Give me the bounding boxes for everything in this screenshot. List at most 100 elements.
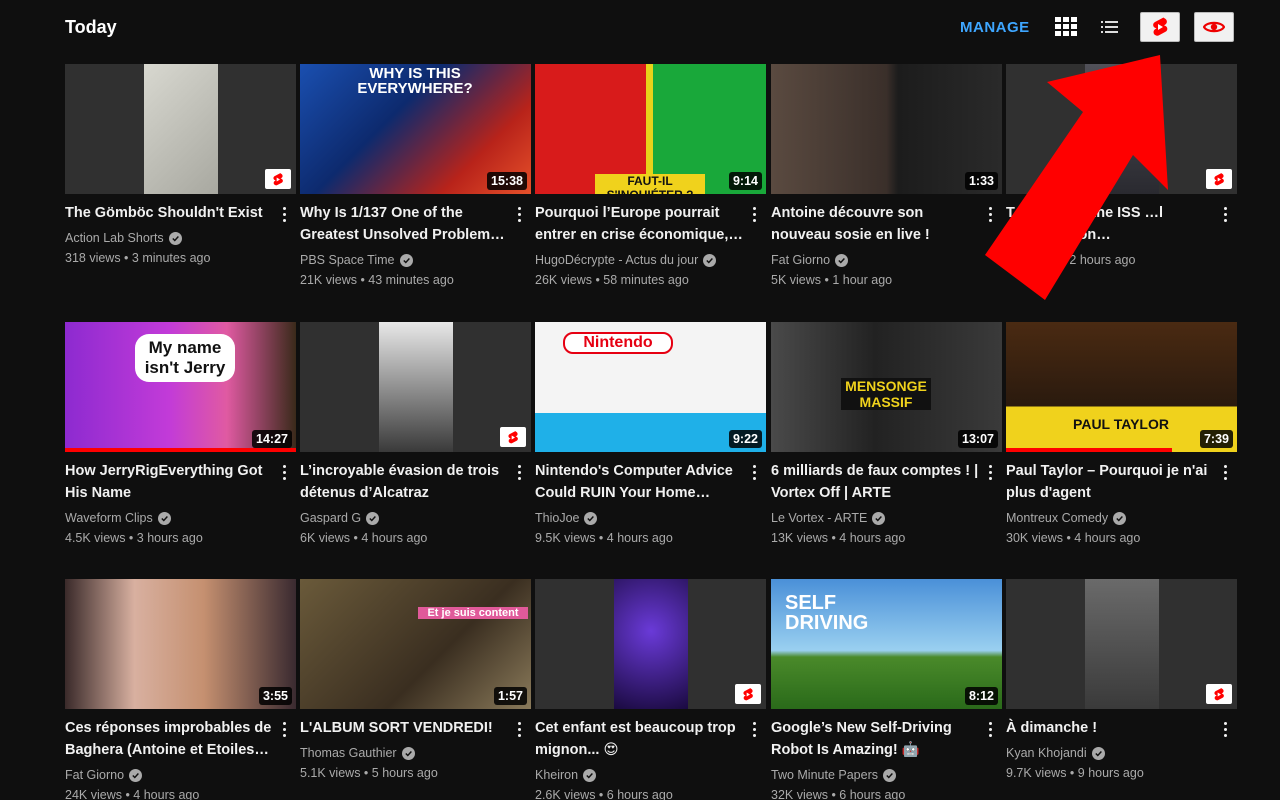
video-card[interactable]: T… …nts of the ISS …l Spacestation… 2.1…… (1006, 64, 1237, 304)
video-thumbnail[interactable]: PAUL TAYLOR 7:39 (1006, 322, 1237, 452)
video-card[interactable]: The Gömböc Shouldn't Exist Action Lab Sh… (65, 64, 296, 304)
shorts-filter-toggle[interactable] (1140, 12, 1180, 42)
video-card[interactable]: FAUT-IL S'INQUIÉTER ? 9:14 Pourquoi l’Eur… (535, 64, 766, 304)
thumbnail-text: PAUL TAYLOR (1073, 416, 1169, 432)
channel-name[interactable]: Two Minute Papers (771, 765, 878, 785)
video-title[interactable]: Pourquoi l’Europe pourrait entrer en cri… (535, 202, 745, 246)
video-title[interactable]: Google’s New Self-Driving Robot Is Amazi… (771, 717, 981, 761)
video-meta: HugoDécrypte - Actus du jour 26K views •… (535, 250, 766, 290)
shorts-badge (265, 169, 291, 189)
channel-name[interactable]: Action Lab Shorts (65, 228, 164, 248)
video-title[interactable]: The Gömböc Shouldn't Exist (65, 202, 275, 224)
video-card[interactable]: 3:55 Ces réponses improbables de Baghera… (65, 579, 296, 800)
more-actions-button[interactable] (1216, 462, 1234, 482)
duration-badge: 9:14 (728, 172, 762, 190)
video-thumbnail[interactable]: 1:33 (771, 64, 1002, 194)
video-thumbnail[interactable] (1006, 64, 1237, 194)
video-thumbnail[interactable] (65, 64, 296, 194)
more-actions-button[interactable] (745, 204, 763, 224)
more-actions-button[interactable] (510, 204, 528, 224)
video-card[interactable]: À dimanche ! Kyan Khojandi 9.7K views • … (1006, 579, 1237, 800)
channel-name[interactable]: Le Vortex - ARTE (771, 508, 867, 528)
video-thumbnail[interactable]: MENSONGE MASSIF 13:07 (771, 322, 1002, 452)
more-actions-button[interactable] (510, 462, 528, 482)
video-thumbnail[interactable] (300, 322, 531, 452)
video-title[interactable]: 6 milliards de faux comptes ! | Vortex O… (771, 460, 981, 504)
video-card[interactable]: SELF DRIVING 8:12 Google’s New Self-Drivi… (771, 579, 1002, 800)
grid-view-button[interactable] (1054, 16, 1078, 38)
video-title[interactable]: Cet enfant est beaucoup trop mignon... 😍 (535, 717, 745, 761)
video-card[interactable]: Et je suis content 1:57 L'ALBUM SORT VEND… (300, 579, 531, 800)
more-actions-button[interactable] (745, 462, 763, 482)
more-actions-button[interactable] (275, 204, 293, 224)
channel-name[interactable]: Kyan Khojandi (1006, 743, 1087, 763)
video-thumbnail[interactable]: Nintendo 9:22 (535, 322, 766, 452)
channel-name[interactable]: PBS Space Time (300, 250, 395, 270)
more-actions-button[interactable] (745, 719, 763, 739)
video-stats: 24K views • 4 hours ago (65, 788, 200, 800)
shorts-icon (1214, 172, 1224, 185)
video-card[interactable]: L’incroyable évasion de trois détenus d’… (300, 322, 531, 562)
video-stats: 6K views • 4 hours ago (300, 531, 428, 545)
channel-name[interactable]: ThioJoe (535, 508, 579, 528)
verified-check-icon (703, 253, 717, 267)
video-thumbnail[interactable]: Et je suis content 1:57 (300, 579, 531, 709)
video-card[interactable]: Cet enfant est beaucoup trop mignon... 😍… (535, 579, 766, 800)
video-title[interactable]: Why Is 1/137 One of the Greatest Unsolve… (300, 202, 510, 246)
more-actions-button[interactable] (981, 204, 999, 224)
video-thumbnail[interactable] (1006, 579, 1237, 709)
channel-name[interactable]: Gaspard G (300, 508, 361, 528)
duration-badge: 9:22 (728, 430, 762, 448)
channel-name[interactable]: Kheiron (535, 765, 578, 785)
channel-name[interactable]: Thomas Gauthier (300, 743, 397, 763)
watch-progress-bar (1006, 448, 1173, 452)
more-actions-button[interactable] (981, 462, 999, 482)
video-meta: Fat Giorno 5K views • 1 hour ago (771, 250, 1002, 290)
video-title[interactable]: T… …nts of the ISS …l Spacestation… (1006, 202, 1216, 246)
channel-name[interactable]: Waveform Clips (65, 508, 153, 528)
channel-name[interactable]: HugoDécrypte - Actus du jour (535, 250, 698, 270)
video-card[interactable]: MENSONGE MASSIF 13:07 6 milliards de faux… (771, 322, 1002, 562)
more-actions-button[interactable] (510, 719, 528, 739)
video-thumbnail[interactable]: 3:55 (65, 579, 296, 709)
video-thumbnail[interactable]: FAUT-IL S'INQUIÉTER ? 9:14 (535, 64, 766, 194)
video-title[interactable]: À dimanche ! (1006, 717, 1216, 739)
duration-badge: 1:33 (964, 172, 998, 190)
video-meta: Fat Giorno 24K views • 4 hours ago (65, 765, 296, 800)
video-title[interactable]: Antoine découvre son nouveau sosie en li… (771, 202, 981, 246)
video-card[interactable]: My name isn't Jerry 14:27 How JerryRigEve… (65, 322, 296, 562)
video-title[interactable]: L’incroyable évasion de trois détenus d’… (300, 460, 510, 504)
watched-filter-toggle[interactable] (1194, 12, 1234, 42)
video-card[interactable]: Nintendo 9:22 Nintendo's Computer Advice … (535, 322, 766, 562)
more-actions-button[interactable] (1216, 719, 1234, 739)
video-title[interactable]: Nintendo's Computer Advice Could RUIN Yo… (535, 460, 745, 504)
more-actions-button[interactable] (275, 462, 293, 482)
more-actions-button[interactable] (275, 719, 293, 739)
video-title[interactable]: Paul Taylor – Pourquoi je n'ai plus d'ag… (1006, 460, 1216, 504)
video-thumbnail[interactable] (535, 579, 766, 709)
video-title[interactable]: L'ALBUM SORT VENDREDI! (300, 717, 510, 739)
shorts-thumbnail-art (65, 64, 296, 194)
channel-line: Kyan Khojandi (1006, 743, 1237, 763)
shorts-icon (1214, 687, 1224, 700)
video-card[interactable]: WHY IS THIS EVERYWHERE? 15:38 Why Is 1/13… (300, 64, 531, 304)
video-thumbnail[interactable]: SELF DRIVING 8:12 (771, 579, 1002, 709)
verified-check-icon (399, 253, 413, 267)
video-meta: PBS Space Time 21K views • 43 minutes ag… (300, 250, 531, 290)
list-view-button[interactable] (1098, 16, 1122, 38)
video-thumbnail[interactable]: WHY IS THIS EVERYWHERE? 15:38 (300, 64, 531, 194)
thumbnail-text: Et je suis content (418, 607, 528, 619)
video-title[interactable]: Ces réponses improbables de Baghera (Ant… (65, 717, 275, 761)
thumbnail-text: Nintendo (563, 332, 673, 354)
list-view-icon (1101, 21, 1118, 33)
video-card[interactable]: 1:33 Antoine découvre son nouveau sosie … (771, 64, 1002, 304)
channel-name[interactable]: Fat Giorno (771, 250, 830, 270)
more-actions-button[interactable] (981, 719, 999, 739)
channel-name[interactable]: Montreux Comedy (1006, 508, 1108, 528)
manage-button[interactable]: MANAGE (952, 15, 1038, 39)
video-title[interactable]: How JerryRigEverything Got His Name (65, 460, 275, 504)
video-card[interactable]: PAUL TAYLOR 7:39 Paul Taylor – Pourquoi j… (1006, 322, 1237, 562)
more-actions-button[interactable] (1216, 204, 1234, 224)
channel-name[interactable]: Fat Giorno (65, 765, 124, 785)
video-thumbnail[interactable]: My name isn't Jerry 14:27 (65, 322, 296, 452)
